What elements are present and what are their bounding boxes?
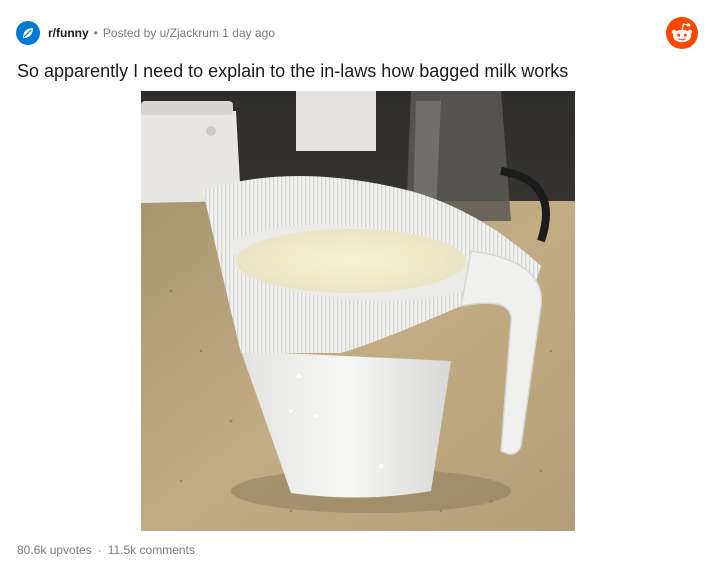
post-title[interactable]: So apparently I need to explain to the i… (17, 61, 568, 82)
post-footer: 80.6k upvotes · 11.5k comments (17, 543, 195, 557)
post-image[interactable] (141, 91, 575, 531)
post-header: r/funny • Posted by u/Zjackrum 1 day ago (16, 21, 275, 45)
post-meta: Posted by u/Zjackrum 1 day ago (103, 26, 275, 40)
leaf-icon (23, 28, 33, 38)
comment-count[interactable]: 11.5k comments (108, 543, 195, 557)
footer-separator: · (97, 543, 102, 557)
meta-separator: • (93, 26, 98, 40)
milk-jug-photo (141, 91, 575, 531)
subreddit-link[interactable]: r/funny (48, 26, 89, 40)
author-link[interactable]: u/Zjackrum (160, 26, 219, 40)
subreddit-icon[interactable] (16, 21, 40, 45)
reddit-snoo-icon[interactable] (666, 17, 698, 49)
posted-by-label: Posted by (102, 26, 157, 40)
upvote-count[interactable]: 80.6k upvotes (17, 543, 92, 557)
post-time: 1 day ago (222, 26, 275, 40)
